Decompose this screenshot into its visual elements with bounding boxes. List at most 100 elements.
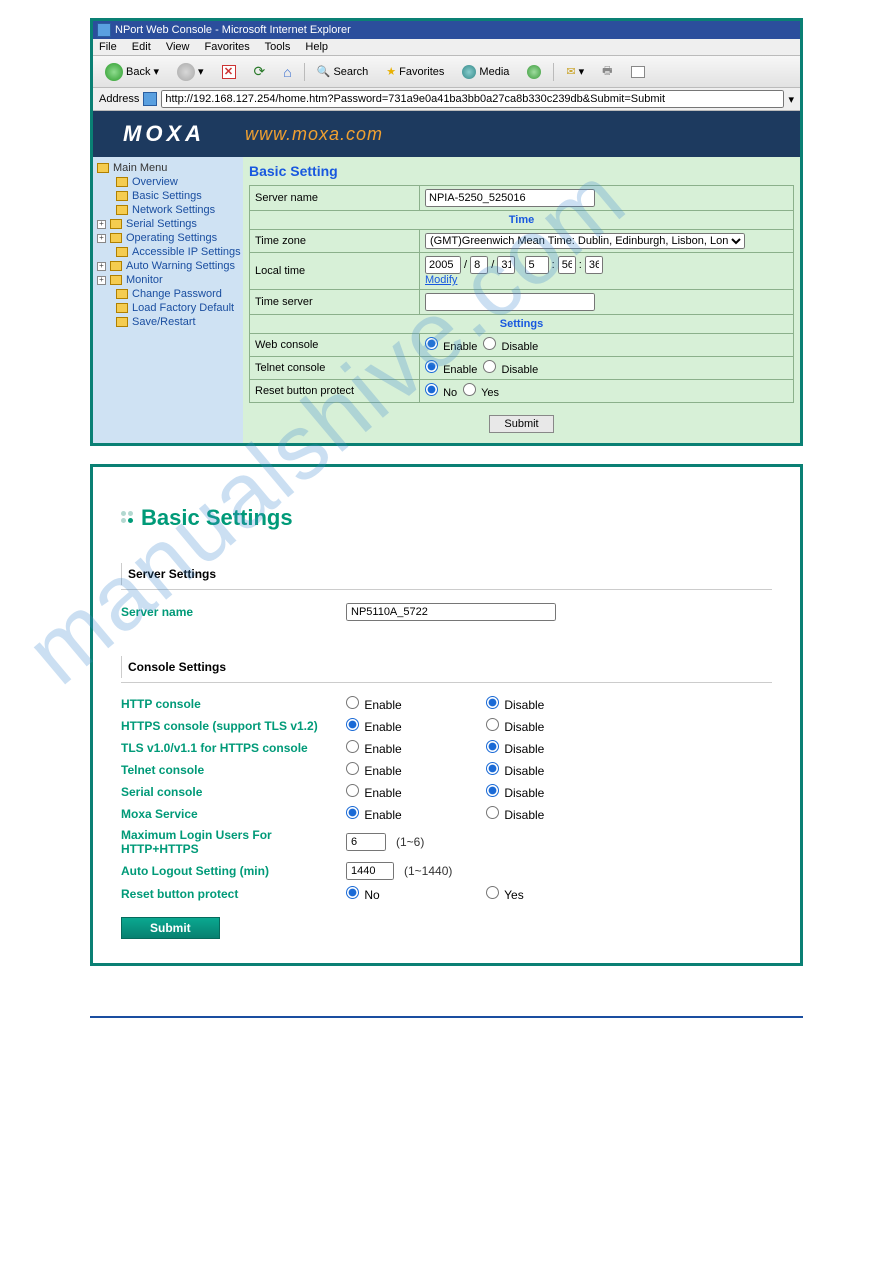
disable-radio-serial-console[interactable]: Disable	[486, 784, 544, 800]
disable-radio-https-console-support-tls-v1-2-[interactable]: Disable	[486, 718, 544, 734]
console-row-moxa-service: Moxa Service Enable Disable	[121, 803, 772, 825]
sidebar-item-label: Network Settings	[132, 204, 215, 216]
refresh-button[interactable]: ⟳	[248, 60, 272, 83]
menu-favorites[interactable]: Favorites	[205, 41, 250, 53]
sidebar-item-serial-settings[interactable]: + Serial Settings	[95, 217, 241, 231]
time-section-header: Time	[250, 211, 794, 230]
sidebar-item-label: Serial Settings	[126, 218, 197, 230]
print-button[interactable]: 🖶	[596, 59, 618, 84]
webconsole-enable[interactable]: Enable	[425, 341, 477, 353]
telnetconsole-disable[interactable]: Disable	[483, 364, 538, 376]
sidebar-tree: Main Menu OverviewBasic Settings Network …	[93, 157, 243, 443]
enable-radio-moxa-service[interactable]: Enable	[346, 806, 402, 822]
enable-radio-https-console-support-tls-v1-2-[interactable]: Enable	[346, 718, 402, 734]
expand-icon[interactable]: +	[97, 234, 106, 243]
disable-radio-http-console[interactable]: Disable	[486, 696, 544, 712]
disable-radio-tls-v1-0-v1-1-for-https-console[interactable]: Disable	[486, 740, 544, 756]
expand-icon[interactable]: +	[97, 220, 106, 229]
expand-icon[interactable]: +	[97, 276, 106, 285]
forward-button[interactable]: ▾	[171, 60, 210, 84]
sidebar-item-label: Basic Settings	[132, 190, 202, 202]
mail-icon: ✉	[566, 65, 575, 78]
console-label-telnet-console: Telnet console	[121, 763, 346, 777]
edit-button[interactable]	[625, 63, 651, 81]
expand-icon[interactable]: +	[97, 262, 106, 271]
menu-bar[interactable]: File Edit View Favorites Tools Help	[93, 39, 800, 56]
resetbutton-yes-2[interactable]: Yes	[486, 886, 524, 902]
sidebar-item-operating-settings[interactable]: +Operating Settings	[95, 231, 241, 245]
server-name-label: Server name	[250, 186, 420, 211]
sidebar-item-label: Auto Warning Settings	[126, 260, 235, 272]
sidebar-item-network-settings[interactable]: Network Settings	[95, 203, 241, 217]
console-settings-header: Console Settings	[121, 656, 741, 678]
screenshot-block-2: Basic Settings Server Settings Server na…	[90, 464, 803, 966]
sidebar-item-change-password[interactable]: Change Password	[95, 287, 241, 301]
history-button[interactable]	[521, 62, 547, 82]
search-button[interactable]: 🔍Search	[311, 62, 375, 81]
console-label-http-console: HTTP console	[121, 697, 346, 711]
tree-root[interactable]: Main Menu	[95, 161, 241, 175]
resetbutton-no-2[interactable]: No	[346, 886, 380, 902]
page-heading: Basic Setting	[249, 163, 794, 179]
resetbutton-yes[interactable]: Yes	[463, 387, 499, 399]
disable-radio-moxa-service[interactable]: Disable	[486, 806, 544, 822]
enable-radio-telnet-console[interactable]: Enable	[346, 762, 402, 778]
webconsole-label: Web console	[250, 334, 420, 357]
moxa-banner: MOXA www.moxa.com	[93, 111, 800, 157]
media-label: Media	[479, 66, 509, 78]
sidebar-item-monitor[interactable]: + Monitor	[95, 273, 241, 287]
disable-radio-telnet-console[interactable]: Disable	[486, 762, 544, 778]
timeserver-input[interactable]	[425, 293, 595, 311]
submit-button[interactable]: Submit	[489, 415, 553, 433]
folder-icon	[116, 191, 128, 201]
day-input[interactable]	[497, 256, 515, 274]
sidebar-item-label: Monitor	[126, 274, 163, 286]
telnetconsole-enable[interactable]: Enable	[425, 364, 477, 376]
month-input[interactable]	[470, 256, 488, 274]
menu-help[interactable]: Help	[305, 41, 328, 53]
mail-button[interactable]: ✉▾	[560, 62, 590, 81]
year-input[interactable]	[425, 256, 461, 274]
folder-icon	[110, 219, 122, 229]
enable-radio-tls-v1-0-v1-1-for-https-console[interactable]: Enable	[346, 740, 402, 756]
autologout-input[interactable]	[346, 862, 394, 880]
sidebar-item-overview[interactable]: Overview	[95, 175, 241, 189]
maxlogin-input[interactable]	[346, 833, 386, 851]
home-button[interactable]: ⌂	[277, 61, 297, 83]
sec-input[interactable]	[585, 256, 603, 274]
menu-edit[interactable]: Edit	[132, 41, 151, 53]
folder-icon	[110, 275, 122, 285]
media-button[interactable]: Media	[456, 62, 515, 82]
resetbutton-no[interactable]: No	[425, 387, 457, 399]
back-button[interactable]: Back ▾	[99, 60, 165, 84]
back-label: Back	[126, 66, 150, 78]
menu-file[interactable]: File	[99, 41, 117, 53]
submit-button-2[interactable]: Submit	[121, 917, 220, 939]
menu-tools[interactable]: Tools	[265, 41, 291, 53]
favorites-button[interactable]: ★Favorites	[380, 62, 450, 81]
sidebar-item-auto-warning-settings[interactable]: + Auto Warning Settings	[95, 259, 241, 273]
home-icon: ⌂	[283, 64, 291, 80]
stop-button[interactable]: ✕	[216, 62, 242, 82]
moxa-logo: MOXA	[123, 121, 205, 147]
folder-icon	[116, 177, 128, 187]
server-name-input-2[interactable]	[346, 603, 556, 621]
hour-input[interactable]	[525, 256, 549, 274]
min-input[interactable]	[558, 256, 576, 274]
webconsole-disable[interactable]: Disable	[483, 341, 538, 353]
address-dropdown-icon[interactable]: ▾	[788, 93, 794, 106]
enable-radio-serial-console[interactable]: Enable	[346, 784, 402, 800]
server-name-input[interactable]	[425, 189, 595, 207]
address-input[interactable]	[161, 90, 784, 108]
autologout-hint: (1~1440)	[404, 864, 452, 878]
page-title: Basic Settings	[121, 505, 772, 531]
sidebar-item-accessible-ip-settings[interactable]: Accessible IP Settings	[95, 245, 241, 259]
enable-radio-http-console[interactable]: Enable	[346, 696, 402, 712]
timezone-select[interactable]: (GMT)Greenwich Mean Time: Dublin, Edinbu…	[425, 233, 745, 249]
sidebar-item-basic-settings[interactable]: Basic Settings	[95, 189, 241, 203]
sidebar-item-save-restart[interactable]: Save/Restart	[95, 315, 241, 329]
sidebar-item-load-factory-default[interactable]: Load Factory Default	[95, 301, 241, 315]
console-row-https-console-support-tls-v1-2-: HTTPS console (support TLS v1.2) Enable …	[121, 715, 772, 737]
menu-view[interactable]: View	[166, 41, 190, 53]
modify-link[interactable]: Modify	[425, 274, 457, 286]
